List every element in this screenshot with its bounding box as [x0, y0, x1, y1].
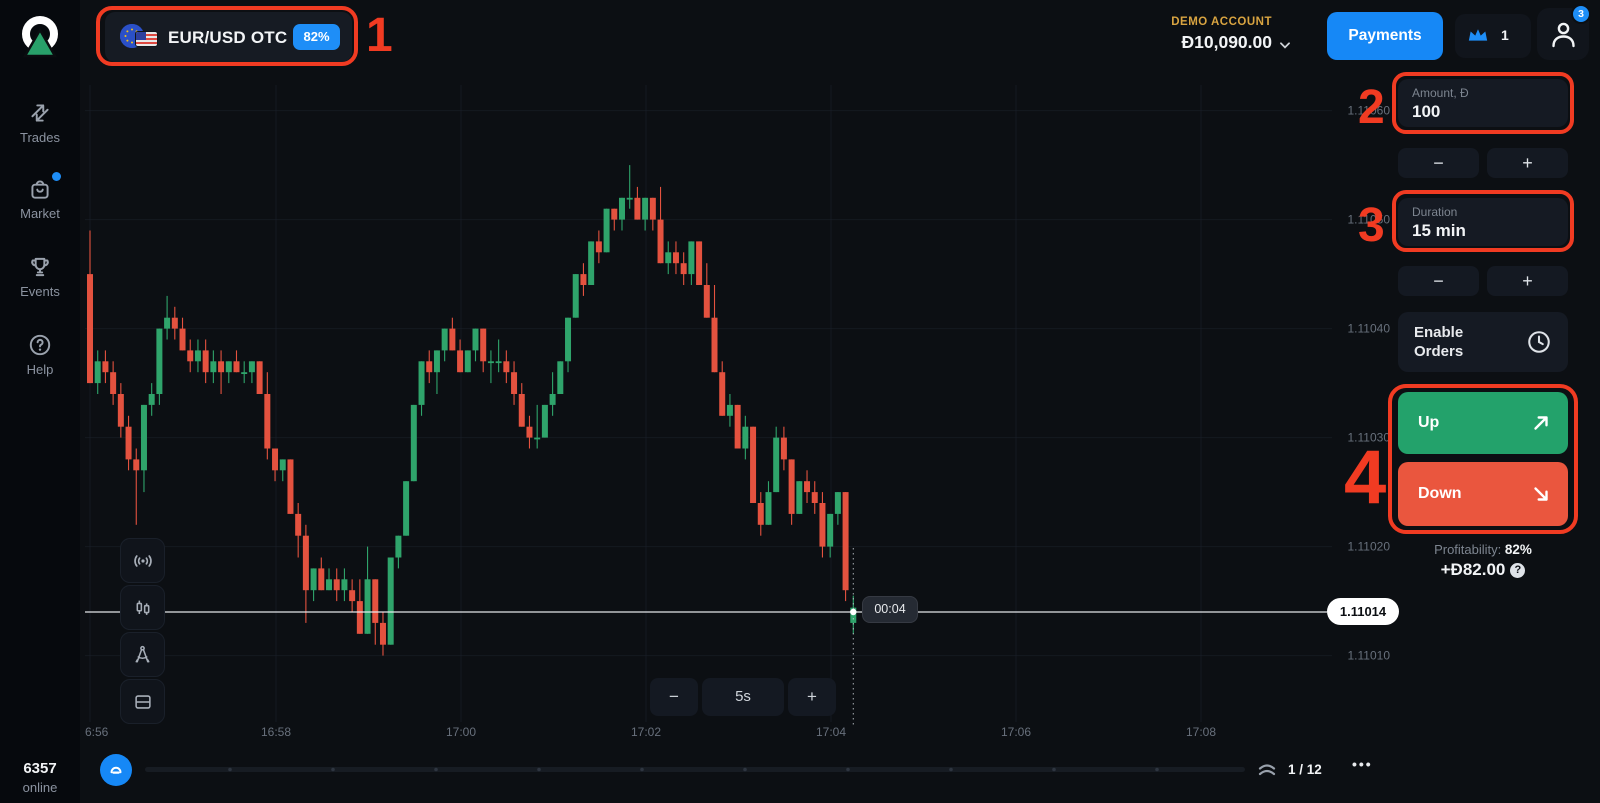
duration-label: Duration [1412, 205, 1457, 219]
x-axis-label: 6:56 [85, 725, 109, 739]
level-indicator[interactable]: 1 [1455, 14, 1531, 58]
y-axis-label: 1.11010 [1348, 649, 1391, 663]
sidebar-item-market[interactable]: Market [0, 176, 80, 221]
duration-value: 15 min [1412, 221, 1466, 241]
sidebar-item-label: Events [0, 284, 80, 299]
crown-icon [1467, 26, 1489, 46]
events-icon [27, 254, 53, 280]
account-balance[interactable]: Đ10,090.00 [1182, 32, 1273, 53]
candlesticks [87, 165, 856, 655]
chart-tool-drawing-icon[interactable] [120, 632, 165, 677]
x-axis-label: 17:00 [446, 725, 476, 739]
duration-minus-button[interactable]: − [1398, 266, 1479, 296]
y-axis-label: 1.11050 [1348, 213, 1391, 227]
y-axis-label: 1.11040 [1348, 322, 1391, 336]
x-axis-label: 17:08 [1186, 725, 1216, 739]
chart-tool-candle-type-icon[interactable] [120, 585, 165, 630]
profitability-label: Profitability: [1434, 542, 1501, 557]
headset-icon [107, 761, 125, 779]
arrow-up-right-icon [1530, 412, 1552, 434]
y-axis-label: 1.11030 [1348, 431, 1391, 445]
support-chat-button[interactable] [100, 754, 132, 786]
amount-field[interactable]: Amount, Đ 100 [1398, 79, 1568, 127]
interval-value[interactable]: 5s [702, 678, 784, 716]
app-logo[interactable] [18, 14, 62, 62]
profile-button[interactable]: 3 [1537, 8, 1589, 60]
level-count: 1 [1501, 27, 1509, 43]
chart-pagination[interactable]: 1 / 12 [1288, 762, 1322, 777]
y-axis-label: 1.11060 [1348, 104, 1391, 118]
sidebar-item-label: Help [0, 362, 80, 377]
market-icon [27, 176, 53, 202]
account-type-label: DEMO ACCOUNT [1171, 16, 1272, 28]
down-button[interactable]: Down [1398, 462, 1568, 526]
x-axis-label: 17:06 [1001, 725, 1031, 739]
sidebar-item-label: Trades [0, 130, 80, 145]
payout-line: +Đ82.00? [1398, 560, 1568, 580]
duration-field[interactable]: Duration 15 min [1398, 198, 1568, 246]
chart-scrollbar[interactable] [145, 767, 1245, 772]
amount-value: 100 [1412, 102, 1440, 122]
online-count: 6357 [0, 760, 80, 777]
amount-plus-button[interactable]: + [1487, 148, 1568, 178]
sidebar: Trades Market Events Help 6357 online [0, 0, 80, 803]
countdown-label: 00:04 [862, 596, 918, 623]
user-icon [1550, 20, 1577, 48]
down-label: Down [1418, 485, 1462, 502]
amount-label: Amount, Đ [1412, 86, 1469, 100]
new-items-badge [52, 172, 61, 181]
payments-button[interactable]: Payments [1327, 12, 1443, 60]
notification-badge: 3 [1571, 4, 1591, 24]
help-circle-icon[interactable]: ? [1510, 563, 1525, 578]
asset-payout-badge: 82% [293, 24, 340, 50]
up-button[interactable]: Up [1398, 392, 1568, 454]
help-icon [27, 332, 53, 358]
duration-plus-button[interactable]: + [1487, 266, 1568, 296]
asset-selector[interactable]: EUR/USD OTC 82% [105, 12, 352, 62]
enable-orders-label: Enable Orders [1414, 323, 1504, 361]
chart-grid [85, 85, 1332, 722]
arrow-down-right-icon [1530, 483, 1552, 505]
chart-tool-live-icon[interactable] [120, 538, 165, 583]
profitability-value: 82% [1505, 542, 1532, 557]
enable-orders-button[interactable]: Enable Orders [1398, 312, 1568, 372]
payout-value: +Đ82.00 [1441, 560, 1506, 579]
interval-plus-button[interactable]: + [788, 678, 836, 716]
current-price-dot [850, 609, 856, 615]
current-price-tag: 1.11014 [1327, 598, 1399, 625]
online-counter: 6357 online [0, 760, 80, 795]
sidebar-item-trades[interactable]: Trades [0, 100, 80, 145]
more-options-button[interactable]: ••• [1352, 756, 1373, 772]
x-axis-label: 17:04 [816, 725, 846, 739]
chart-tool-layout-icon[interactable] [120, 679, 165, 724]
amount-minus-button[interactable]: − [1398, 148, 1479, 178]
profitability-line: Profitability: 82% [1398, 542, 1568, 557]
sidebar-item-label: Market [0, 206, 80, 221]
y-axis-label: 1.11020 [1348, 540, 1391, 554]
asset-name: EUR/USD OTC [168, 28, 287, 48]
logo-icon [18, 14, 62, 62]
chevron-down-icon[interactable] [1278, 38, 1292, 52]
sidebar-item-help[interactable]: Help [0, 332, 80, 377]
x-axis-label: 17:02 [631, 725, 661, 739]
interval-minus-button[interactable]: − [650, 678, 698, 716]
up-label: Up [1418, 414, 1439, 431]
sidebar-item-events[interactable]: Events [0, 254, 80, 299]
x-axis-label: 16:58 [261, 725, 291, 739]
clock-icon [1526, 329, 1552, 355]
online-label: online [0, 780, 80, 795]
chart-pages-icon[interactable] [1255, 758, 1279, 782]
usd-flag-icon [135, 31, 158, 47]
trades-icon [27, 100, 53, 126]
